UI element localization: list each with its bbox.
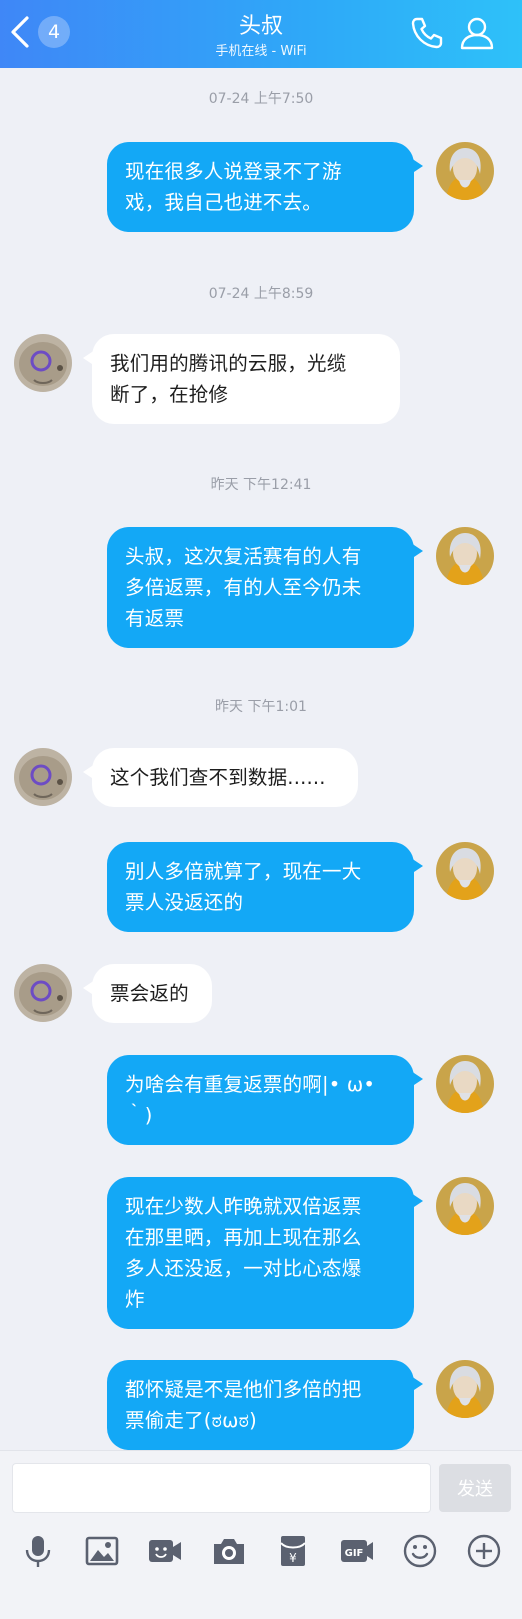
my-avatar[interactable] — [436, 1360, 494, 1418]
microphone-icon — [25, 1536, 51, 1567]
contact-avatar[interactable] — [14, 748, 72, 806]
image-button[interactable] — [84, 1533, 120, 1569]
message-bubble-outgoing[interactable]: 为啥会有重复返票的啊|• ω• ｀) — [107, 1055, 423, 1145]
my-avatar[interactable] — [436, 1177, 494, 1235]
emoji-icon — [404, 1534, 437, 1568]
timestamp: 昨天 下午12:41 — [210, 477, 312, 493]
chat-header: 4 头叔 手机在线 - WiFi — [0, 0, 522, 68]
message-bubble-outgoing[interactable]: 现在少数人昨晚就双倍返票 在那里晒，再加上现在那么 多人还没返，一对比心态爆 炸 — [107, 1177, 423, 1329]
phone-button[interactable] — [408, 14, 446, 52]
phone-icon — [411, 17, 443, 49]
voice-button[interactable] — [20, 1533, 56, 1569]
timestamp: 07-24 上午8:59 — [208, 286, 314, 302]
gif-button[interactable]: GIF — [339, 1533, 375, 1569]
my-avatar[interactable] — [436, 142, 494, 200]
image-icon — [85, 1536, 118, 1566]
profile-icon — [460, 17, 494, 50]
input-toolbar: ¥ GIF — [0, 1529, 522, 1573]
red-packet-icon: ¥ — [280, 1536, 306, 1566]
camera-icon — [214, 1539, 245, 1564]
my-avatar[interactable] — [436, 1055, 494, 1113]
message-bubble-outgoing[interactable]: 别人多倍就算了，现在一大 票人没返还的 — [107, 842, 423, 932]
emoji-button[interactable] — [402, 1533, 438, 1569]
message-list[interactable]: 07-24 上午7:50 现在很多人说登录不了游 戏，我自己也进不去。 07-2… — [0, 68, 522, 1506]
timestamp: 昨天 下午1:01 — [215, 699, 307, 715]
svg-text:¥: ¥ — [289, 1551, 297, 1565]
gif-icon: GIF — [340, 1540, 373, 1562]
video-call-icon — [149, 1540, 182, 1562]
contact-avatar[interactable] — [14, 334, 72, 392]
video-call-button[interactable] — [147, 1533, 183, 1569]
message-bubble-incoming[interactable]: 票会返的 — [83, 964, 212, 1023]
message-bubble-outgoing[interactable]: 头叔，这次复活赛有的人有 多倍返票，有的人至今仍未 有返票 — [107, 527, 423, 648]
message-bubble-outgoing[interactable]: 都怀疑是不是他们多倍的把 票偷走了(ಠωಠ) — [107, 1360, 423, 1450]
plus-icon — [467, 1534, 501, 1568]
camera-button[interactable] — [211, 1533, 247, 1569]
message-bubble-incoming[interactable]: 这个我们查不到数据...... — [83, 748, 358, 807]
my-avatar[interactable] — [436, 527, 494, 585]
message-input[interactable] — [12, 1463, 431, 1513]
send-button[interactable]: 发送 — [439, 1464, 511, 1512]
message-bubble-outgoing[interactable]: 现在很多人说登录不了游 戏，我自己也进不去。 — [107, 142, 423, 232]
input-bar: 发送 ¥ GIF — [0, 1450, 522, 1619]
more-button[interactable] — [466, 1533, 502, 1569]
profile-button[interactable] — [458, 14, 496, 52]
svg-text:GIF: GIF — [344, 1548, 363, 1559]
timestamp: 07-24 上午7:50 — [208, 91, 314, 107]
my-avatar[interactable] — [436, 842, 494, 900]
red-packet-button[interactable]: ¥ — [275, 1533, 311, 1569]
contact-avatar[interactable] — [14, 964, 72, 1022]
message-bubble-incoming[interactable]: 我们用的腾讯的云服，光缆 断了，在抢修 — [83, 334, 400, 424]
